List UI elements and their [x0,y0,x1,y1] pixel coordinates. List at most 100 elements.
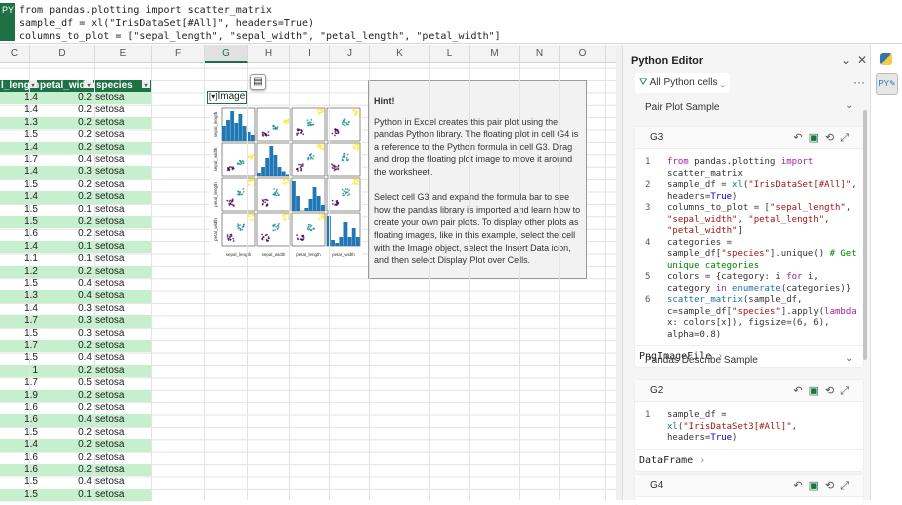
table-cell[interactable]: setosa [95,315,124,327]
table-cell[interactable]: 1.4 [0,104,38,116]
table-cell[interactable]: setosa [95,390,124,402]
column-header-j[interactable]: J [330,45,370,63]
output-type-icon[interactable]: ⟲ [825,132,840,144]
column-header-l[interactable]: L [430,45,470,63]
table-cell[interactable]: 1.7 [0,315,38,327]
table-row[interactable]: 1.5 0.4 setosa [0,476,152,488]
table-cell[interactable]: setosa [95,278,124,290]
chevron-down-icon[interactable]: ⌄ [845,353,853,364]
table-cell[interactable]: 0.2 [40,452,92,464]
formula-bar[interactable]: PY from pandas.plotting import scatter_m… [0,0,902,44]
table-cell[interactable]: setosa [95,241,124,253]
panel-scrollbar[interactable] [863,110,867,360]
table-cell[interactable]: 1.4 [0,166,38,178]
table-cell[interactable]: 0.2 [40,104,92,116]
table-cell[interactable]: 0.2 [40,464,92,476]
save-icon[interactable]: ▣ [809,132,825,144]
python-editor-toggle[interactable]: PY✎ [876,73,898,95]
table-row[interactable]: 1.4 0.1 setosa [0,240,152,254]
table-cell[interactable]: 1.3 [0,290,38,302]
table-row[interactable]: 1.6 0.2 setosa [0,452,152,464]
table-cell[interactable]: 0.4 [40,290,92,302]
table-cell[interactable]: 1.5 [0,328,38,340]
table-cell[interactable]: 0.2 [40,365,92,377]
table-cell[interactable]: setosa [95,166,124,178]
table-cell[interactable]: setosa [95,104,124,116]
table-row[interactable]: 1.5 0.2 setosa [0,216,152,229]
table-cell[interactable]: 0.2 [40,402,92,414]
table-row[interactable]: 1 0.2 setosa [0,364,152,378]
cell-g3-image[interactable]: [▾]Image [207,91,247,104]
table-cell[interactable]: setosa [95,303,124,315]
table-row[interactable]: 1.6 0.2 setosa [0,228,152,240]
table-cell[interactable]: 0.3 [40,166,92,178]
table-row[interactable]: 1.5 0.4 setosa [0,352,152,364]
table-cell[interactable]: 1.5 [0,489,38,501]
table-cell[interactable]: 0.4 [40,154,92,166]
table-cell[interactable]: 1.4 [0,191,38,203]
expand-icon[interactable]: ⤢ [840,132,855,144]
table-cell[interactable]: 1.4 [0,92,38,104]
table-cell[interactable]: 1.5 [0,427,38,439]
table-cell[interactable]: 0.4 [40,278,92,290]
table-cell[interactable]: setosa [95,476,124,488]
table-row[interactable]: 1.3 0.2 setosa [0,116,152,130]
table-cell[interactable]: 0.2 [40,129,92,141]
pair-plot-image[interactable]: sepal_lengthsepal_lengthsepal_widthsepal… [210,106,362,258]
table-cell[interactable]: 0.5 [40,377,92,389]
table-cell[interactable]: 1.6 [0,452,38,464]
table-cell[interactable]: 0.2 [40,228,92,240]
table-cell[interactable]: 1.3 [0,117,38,129]
table-row[interactable]: 1.5 0.1 setosa [0,204,152,216]
table-cell[interactable]: 1.7 [0,377,38,389]
table-row[interactable]: 1.5 0.2 setosa [0,129,152,141]
table-cell[interactable]: 1.5 [0,216,38,228]
chevron-down-icon[interactable]: ⌄ [845,100,853,111]
table-row[interactable]: 1.5 0.2 setosa [0,179,152,191]
table-row[interactable]: 1.7 0.2 setosa [0,340,152,353]
table-cell[interactable]: 0.2 [40,117,92,129]
column-header-f[interactable]: F [152,45,205,63]
table-cell[interactable]: setosa [95,117,124,129]
table-cell[interactable]: 1.5 [0,352,38,364]
filter-dropdown-icon[interactable]: ▾ [29,80,37,89]
table-row[interactable]: 1.4 0.2 setosa [0,439,152,452]
table-row[interactable]: 1.4 0.2 setosa [0,92,152,105]
table-row[interactable]: 1.6 0.4 setosa [0,414,152,427]
more-options-icon[interactable]: ··· [853,75,865,89]
table-row[interactable]: 1.5 0.3 setosa [0,328,152,340]
table-cell[interactable]: setosa [95,191,124,203]
table-cell[interactable]: 1.1 [0,253,38,265]
save-icon[interactable]: ▣ [809,480,825,492]
table-cell[interactable]: setosa [95,489,124,501]
table-row[interactable]: 1.9 0.2 setosa [0,389,152,402]
table-cell[interactable]: setosa [95,290,124,302]
table-cell[interactable]: 1.4 [0,439,38,451]
table-cell[interactable]: 0.2 [40,92,92,104]
table-cell[interactable]: 0.3 [40,303,92,315]
table-cell[interactable]: 1.6 [0,228,38,240]
table-row[interactable]: 1.6 0.2 setosa [0,464,152,477]
column-header-m[interactable]: M [470,45,520,63]
table-cell[interactable]: setosa [95,452,124,464]
table-cell[interactable]: 1.5 [0,476,38,488]
table-cell[interactable]: setosa [95,204,124,216]
table-cell[interactable]: 0.4 [40,414,92,426]
column-header-c[interactable]: C [0,45,30,63]
save-icon[interactable]: ▣ [809,385,825,397]
table-cell[interactable]: setosa [95,427,124,439]
table-cell[interactable]: 1.6 [0,402,38,414]
table-cell[interactable]: 0.1 [40,241,92,253]
table-cell[interactable]: 0.2 [40,439,92,451]
table-row[interactable]: 1.7 0.4 setosa [0,154,152,166]
table-cell[interactable]: setosa [95,402,124,414]
table-row[interactable]: 1.3 0.4 setosa [0,290,152,303]
table-cell[interactable]: 0.2 [40,191,92,203]
filter-dropdown-icon[interactable]: ▾ [142,80,150,89]
table-cell[interactable]: 0.1 [40,489,92,501]
table-cell[interactable]: 0.1 [40,253,92,265]
table-row[interactable]: 1.4 0.2 setosa [0,104,152,116]
table-cell[interactable]: 1.7 [0,154,38,166]
table-cell[interactable]: setosa [95,92,124,104]
table-row[interactable]: 1.7 0.3 setosa [0,315,152,328]
